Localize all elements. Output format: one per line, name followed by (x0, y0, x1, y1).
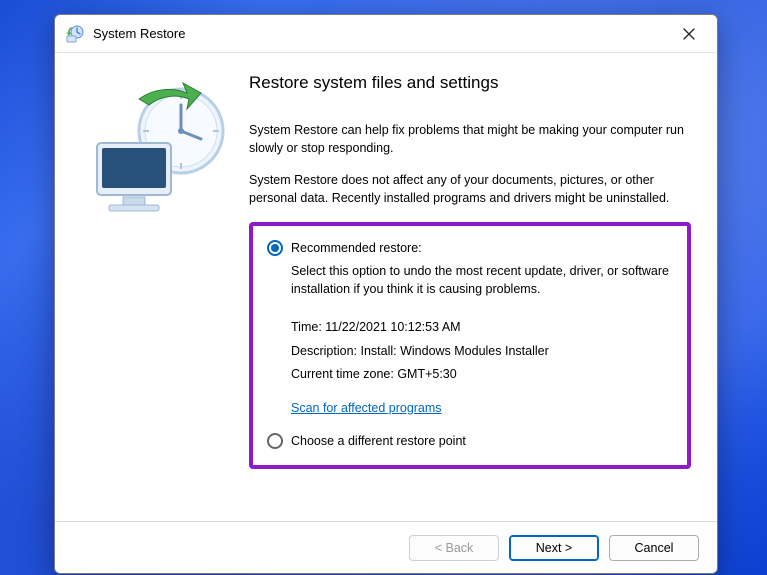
cancel-button[interactable]: Cancel (609, 535, 699, 561)
timezone-label: Current time zone: (291, 367, 394, 381)
recommended-restore-detail: Select this option to undo the most rece… (291, 262, 671, 298)
recommended-restore-label: Recommended restore: (291, 241, 422, 255)
time-label: Time: (291, 320, 322, 334)
recommended-restore-option[interactable]: Recommended restore: (267, 240, 671, 256)
wizard-footer: < Back Next > Cancel (55, 521, 717, 573)
content-pane: Restore system files and settings System… (243, 53, 717, 521)
choose-different-option[interactable]: Choose a different restore point (267, 433, 671, 449)
back-button: < Back (409, 535, 499, 561)
radio-icon (267, 240, 283, 256)
sidebar (55, 53, 243, 521)
description-value: Install: Windows Modules Installer (360, 344, 548, 358)
restore-options-group: Recommended restore: Select this option … (249, 222, 691, 470)
timezone-value: GMT+5:30 (397, 367, 456, 381)
close-button[interactable] (667, 19, 711, 49)
close-icon (683, 28, 695, 40)
radio-icon (267, 433, 283, 449)
time-value: 11/22/2021 10:12:53 AM (325, 320, 460, 334)
intro-text-1: System Restore can help fix problems tha… (249, 121, 691, 157)
restore-point-metadata: Time: 11/22/2021 10:12:53 AM Description… (291, 316, 671, 387)
page-heading: Restore system files and settings (249, 73, 691, 93)
intro-text-2: System Restore does not affect any of yo… (249, 171, 691, 207)
description-label: Description: (291, 344, 357, 358)
restore-hero-icon (69, 81, 239, 221)
window-title: System Restore (93, 26, 185, 41)
system-restore-icon (65, 24, 85, 44)
titlebar: System Restore (55, 15, 717, 53)
system-restore-window: System Restore (54, 14, 718, 574)
window-body: Restore system files and settings System… (55, 53, 717, 521)
next-button[interactable]: Next > (509, 535, 599, 561)
scan-affected-programs-link[interactable]: Scan for affected programs (291, 401, 442, 415)
choose-different-label: Choose a different restore point (291, 434, 466, 448)
